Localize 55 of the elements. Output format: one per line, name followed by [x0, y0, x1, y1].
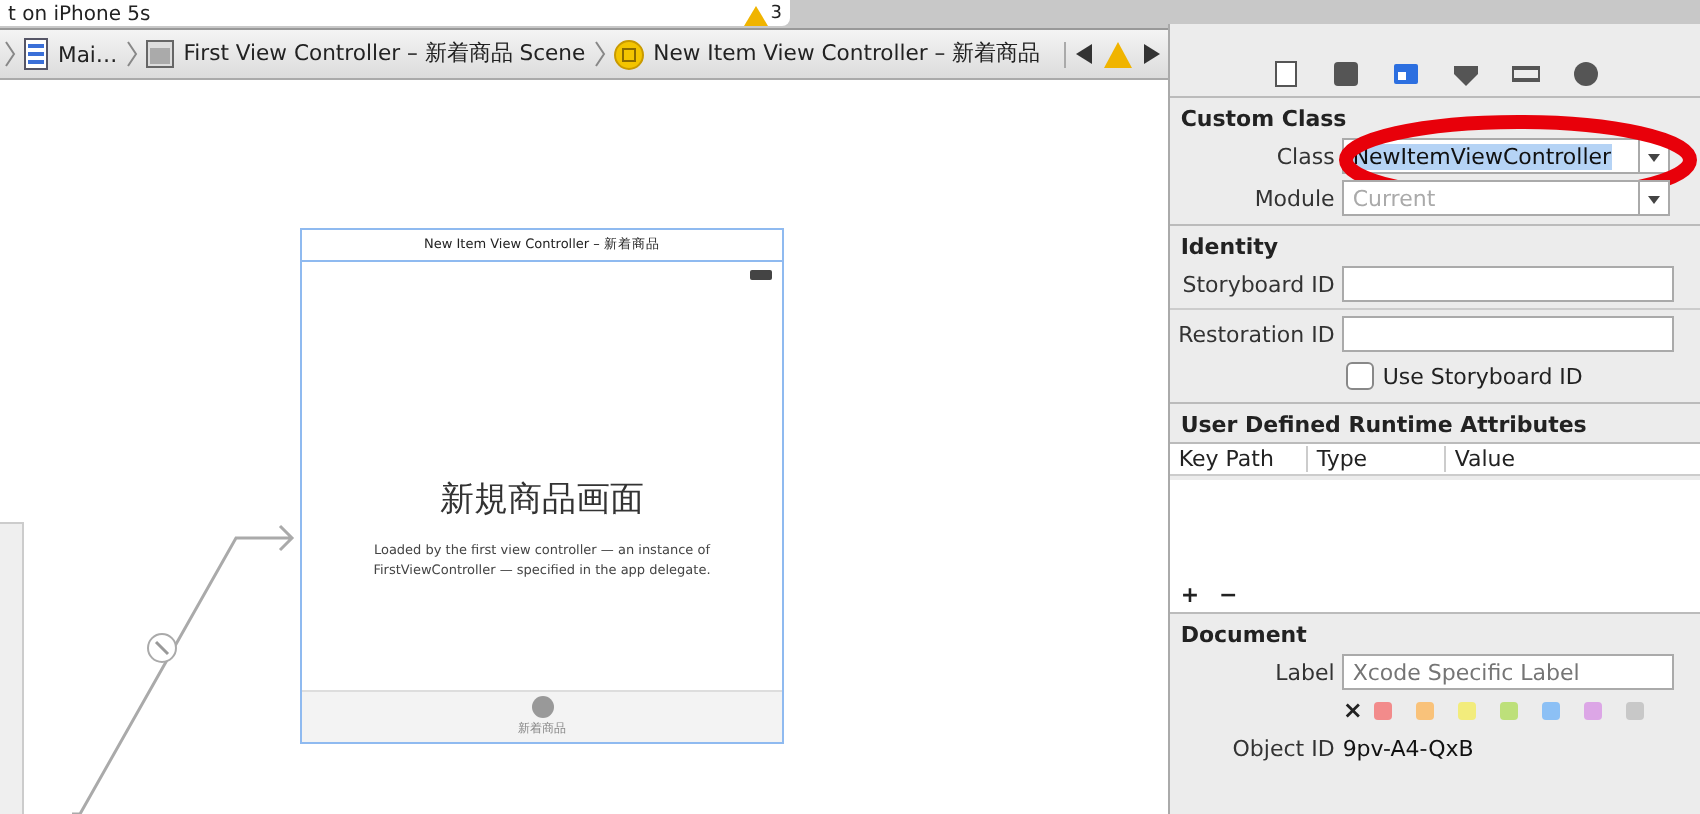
field-label: Module: [1252, 185, 1335, 211]
chevron-icon: [593, 40, 606, 68]
chevron-icon: [4, 40, 16, 68]
segue-icon[interactable]: [146, 632, 178, 664]
scene-icon: [145, 40, 174, 68]
restoration-id-field[interactable]: [1342, 316, 1675, 352]
section-title: Custom Class: [1178, 106, 1349, 132]
color-swatch[interactable]: [1458, 701, 1477, 719]
column-header[interactable]: Value: [1446, 446, 1516, 472]
warning-count: 3: [744, 4, 782, 26]
breadcrumb-item[interactable]: New Item View Controller – 新着商品: [613, 39, 1041, 69]
field-label: Object ID: [1230, 735, 1335, 761]
section-title: Identity: [1178, 234, 1281, 260]
column-header[interactable]: Key Path: [1170, 446, 1309, 472]
scheme-text: t on iPhone 5s: [8, 4, 151, 26]
column-header[interactable]: Type: [1308, 446, 1447, 472]
view-controller-icon: [613, 39, 644, 69]
storyboard-id-field[interactable]: [1342, 266, 1675, 302]
breadcrumb-item[interactable]: Mai…: [24, 38, 118, 70]
quick-help-tab[interactable]: [1331, 60, 1360, 88]
field-label: Label: [1273, 659, 1335, 685]
field-label: Storyboard ID: [1180, 271, 1335, 297]
file-tab[interactable]: [1271, 60, 1300, 88]
warning-icon[interactable]: [1104, 41, 1132, 67]
screen-heading: 新規商品画面: [440, 478, 644, 522]
color-swatch[interactable]: [1542, 701, 1561, 719]
attributes-tab[interactable]: [1451, 60, 1480, 88]
object-id: 9pv-A4-QxB: [1342, 735, 1474, 761]
section-title: User Defined Runtime Attributes: [1178, 412, 1589, 438]
color-swatch[interactable]: [1416, 701, 1435, 719]
field-label: Class: [1274, 143, 1335, 169]
label-field[interactable]: Xcode Specific Label: [1342, 654, 1675, 690]
scheme-field[interactable]: t on iPhone 5s 3: [0, 0, 790, 26]
checkbox-label: Use Storyboard ID: [1382, 363, 1583, 389]
size-tab[interactable]: [1511, 60, 1540, 88]
connections-tab[interactable]: [1571, 60, 1600, 88]
identity-tab[interactable]: [1391, 60, 1420, 88]
breadcrumb-item[interactable]: First View Controller – 新着商品 Scene: [145, 40, 586, 68]
document-icon: [24, 38, 48, 70]
tab-icon[interactable]: [531, 696, 553, 718]
forward-arrow-icon[interactable]: [1142, 42, 1162, 66]
add-button[interactable]: +: [1180, 582, 1200, 608]
color-swatch[interactable]: [1626, 701, 1645, 719]
class-field[interactable]: NewItemViewController: [1342, 138, 1671, 174]
color-swatch[interactable]: [1500, 701, 1519, 719]
clear-color-button[interactable]: ×: [1342, 696, 1363, 724]
field-label: Restoration ID: [1176, 321, 1335, 347]
color-swatch[interactable]: [1374, 701, 1393, 719]
color-swatch[interactable]: [1584, 701, 1603, 719]
battery-icon: [750, 270, 774, 280]
section-title: Document: [1178, 622, 1309, 648]
remove-button[interactable]: −: [1219, 582, 1238, 608]
checkbox[interactable]: [1346, 362, 1375, 390]
chevron-icon: [125, 40, 138, 68]
back-arrow-icon[interactable]: [1074, 42, 1094, 66]
